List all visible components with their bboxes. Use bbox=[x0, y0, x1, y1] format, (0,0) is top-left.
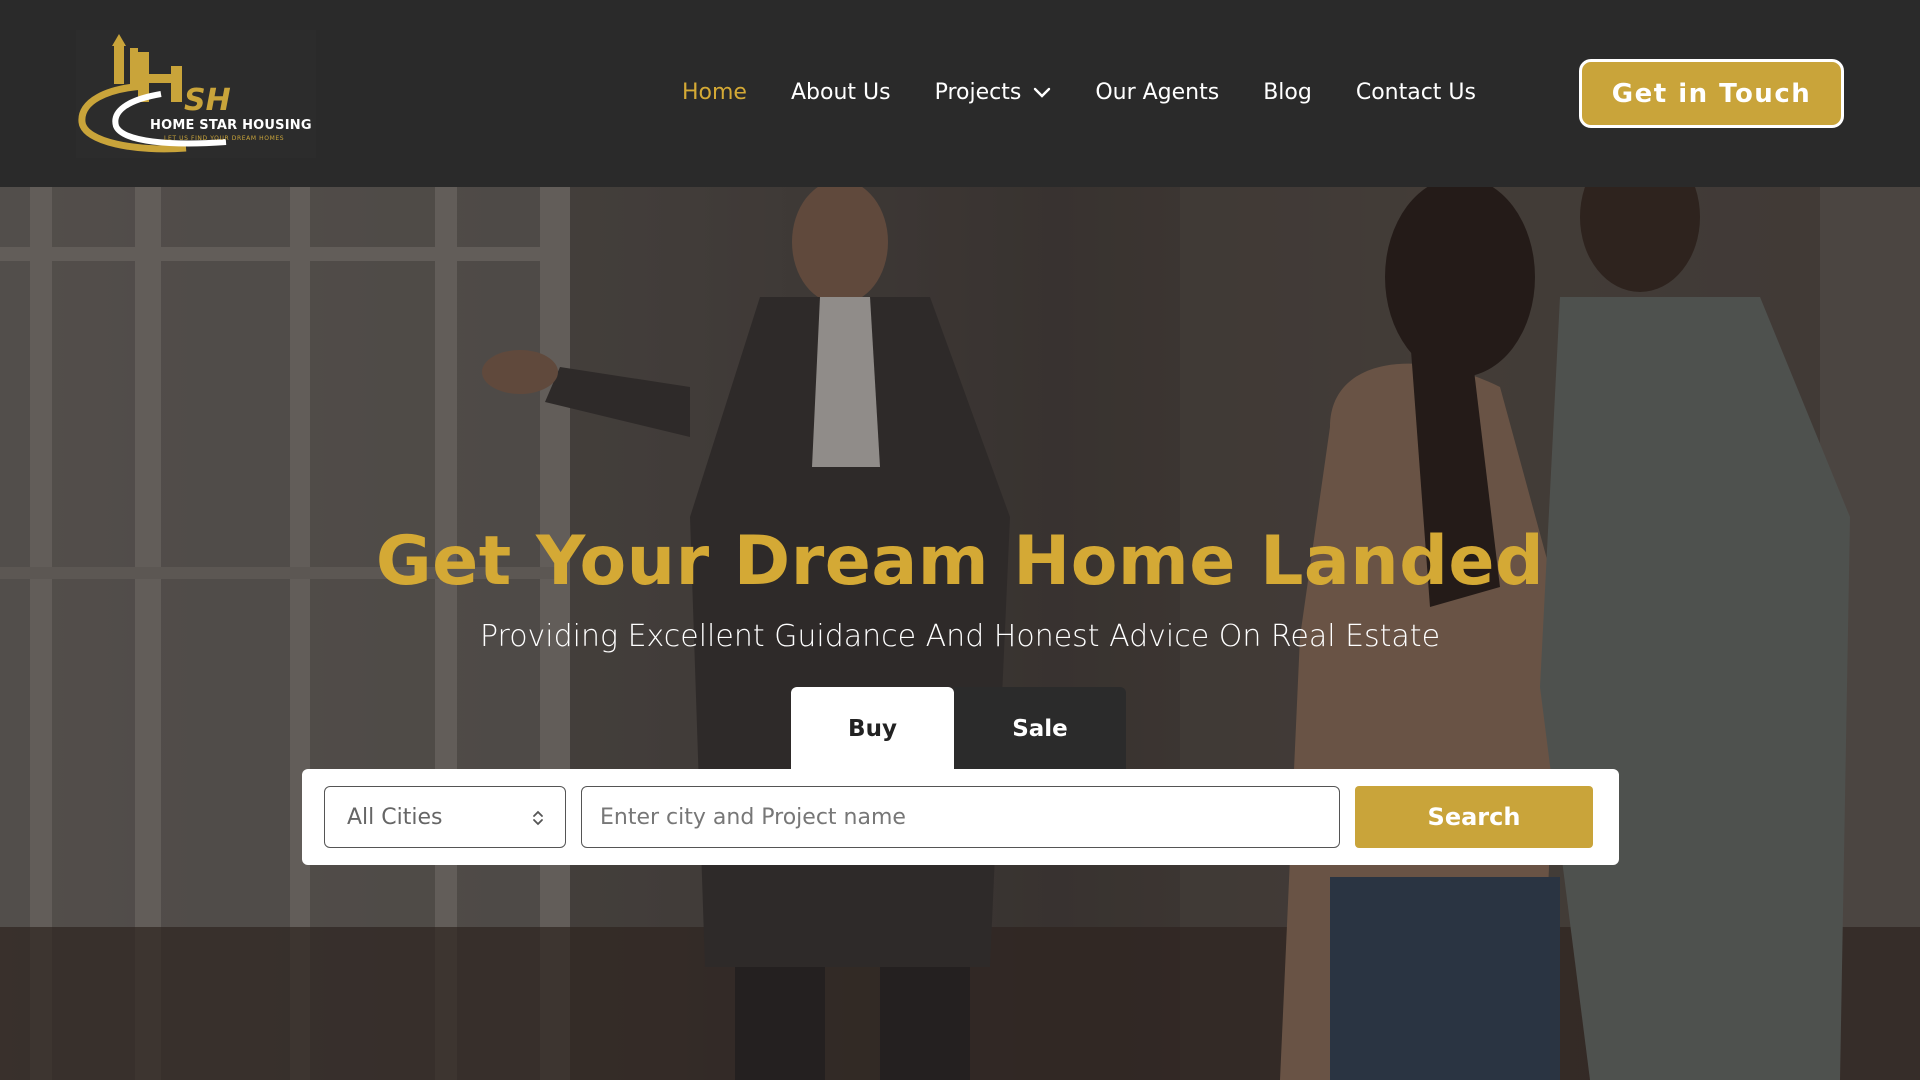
svg-text:SH: SH bbox=[184, 83, 231, 118]
city-select-value: All Cities bbox=[347, 804, 443, 830]
chevron-down-icon[interactable] bbox=[1033, 75, 1051, 111]
tab-buy[interactable]: Buy bbox=[791, 687, 954, 770]
hero-section: Get Your Dream Home Landed Providing Exc… bbox=[0, 187, 1920, 1080]
project-search-input[interactable] bbox=[581, 786, 1340, 848]
get-in-touch-button[interactable]: Get in Touch bbox=[1579, 59, 1844, 128]
site-logo[interactable]: SH HOME STAR HOUSING LET US FIND YOUR DR… bbox=[76, 30, 316, 158]
city-select[interactable]: All Cities bbox=[324, 786, 566, 848]
hero-subtitle: Providing Excellent Guidance And Honest … bbox=[479, 619, 1441, 654]
property-search-bar: All Cities Search bbox=[302, 769, 1619, 865]
tab-sale[interactable]: Sale bbox=[954, 687, 1126, 770]
nav-item-projects[interactable]: Projects bbox=[935, 75, 1052, 111]
nav-item-about-us[interactable]: About Us bbox=[791, 75, 891, 111]
nav-item-home[interactable]: Home bbox=[682, 75, 747, 111]
site-header: SH HOME STAR HOUSING LET US FIND YOUR DR… bbox=[0, 0, 1920, 187]
up-down-arrows-icon bbox=[531, 808, 545, 834]
page: SH HOME STAR HOUSING LET US FIND YOUR DR… bbox=[0, 0, 1920, 1080]
logo-tagline: LET US FIND YOUR DREAM HOMES bbox=[164, 135, 285, 142]
nav-item-our-agents[interactable]: Our Agents bbox=[1095, 75, 1219, 111]
nav-item-blog[interactable]: Blog bbox=[1263, 75, 1312, 111]
logo-brand-name: HOME STAR HOUSING bbox=[150, 118, 312, 133]
nav-item-contact-us[interactable]: Contact Us bbox=[1356, 75, 1476, 111]
main-nav: Home About Us Projects Our Agents Blog C… bbox=[682, 75, 1520, 111]
search-button[interactable]: Search bbox=[1355, 786, 1593, 848]
nav-item-projects-label: Projects bbox=[934, 80, 1022, 105]
hero-title: Get Your Dream Home Landed bbox=[375, 522, 1545, 601]
